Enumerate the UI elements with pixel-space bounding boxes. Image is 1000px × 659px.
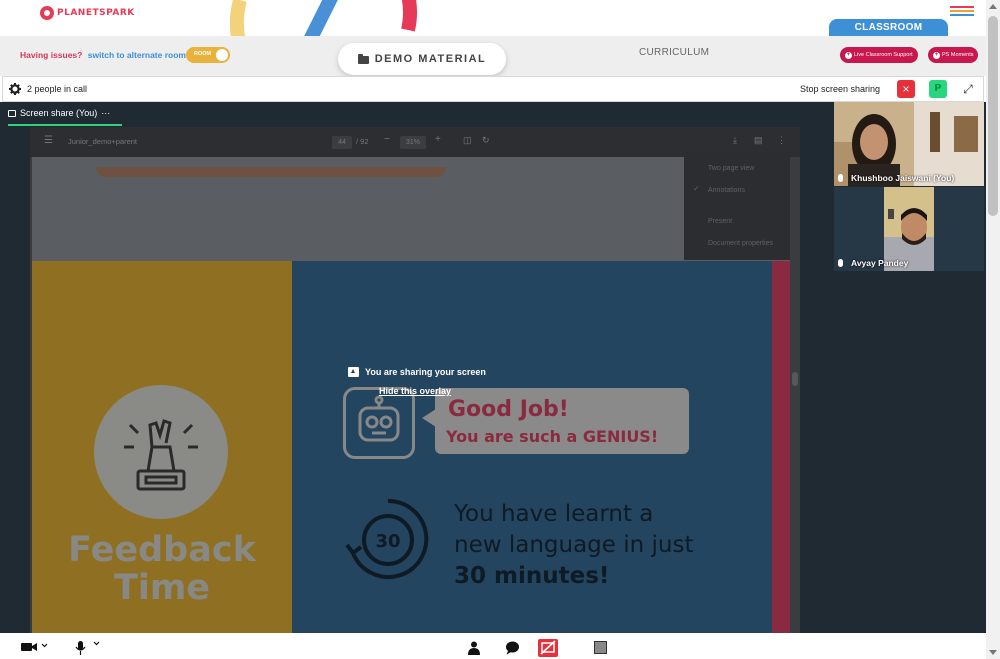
learnt-line2: new language in just — [454, 532, 694, 558]
genius-text: You are such a GENIUS! — [446, 427, 659, 446]
pdf-filename: Junior_demo+parent — [68, 137, 138, 146]
stop-sharing-label: Stop screen sharing — [800, 84, 881, 94]
menu-annotations[interactable]: Annotations — [708, 187, 745, 194]
trophy-illustration — [94, 385, 228, 519]
participants-icon[interactable] — [467, 641, 481, 655]
ps-moments-label: PS Moments — [942, 52, 974, 58]
chat-icon[interactable] — [505, 641, 520, 655]
demo-material-label: DEMO MATERIAL — [374, 53, 487, 65]
demo-material-button[interactable]: DEMO MATERIAL — [338, 43, 506, 75]
robot-icon — [343, 387, 415, 459]
stop-screen-share-icon[interactable] — [538, 639, 558, 657]
slide-edge — [772, 261, 790, 633]
toggle-knob — [216, 49, 228, 61]
participant-name: Khushboo Jaiswani (You) — [838, 173, 954, 183]
feedback-heading: Feedback Time — [32, 531, 292, 607]
participant-tile[interactable]: Khushboo Jaiswani (You) — [834, 102, 984, 186]
good-job-text: Good Job! — [448, 397, 569, 422]
fit-page-icon[interactable]: ◫ — [463, 135, 472, 146]
participant-name-label: Avyay Pandey — [851, 258, 909, 268]
scroll-up-icon[interactable] — [989, 4, 997, 9]
pdf-scroll-thumb[interactable] — [792, 372, 798, 386]
toggle-label: ROOM — [194, 51, 212, 57]
ps-moments-button[interactable]: + PS Moments — [928, 47, 979, 63]
stop-sharing-button[interactable]: × — [897, 80, 915, 98]
pdf-menu-icon[interactable]: ☰ — [44, 135, 53, 146]
switch-room-link[interactable]: switch to alternate room — [88, 50, 186, 60]
planetspark-logo[interactable]: PLANETSPARK — [40, 6, 135, 20]
mic-icon — [838, 174, 843, 182]
timer-value: 30 — [375, 531, 400, 552]
live-support-button[interactable]: + Live Classroom Support — [840, 47, 918, 63]
issues-text: Having issues? — [20, 50, 83, 60]
robot-face — [358, 395, 400, 442]
menu-document-properties[interactable]: Document properties — [708, 240, 773, 247]
zoom-out-icon[interactable]: − — [384, 134, 390, 145]
page-scrollbar[interactable] — [986, 0, 1000, 659]
logo-text: PLANETSPARK — [57, 8, 135, 18]
mic-icon — [838, 259, 843, 267]
live-support-label: Live Classroom Support — [854, 52, 913, 58]
call-bar: 2 people in call Stop screen sharing × P… — [2, 76, 984, 102]
pdf-zoom-value[interactable]: 31% — [400, 136, 426, 149]
more-options-icon[interactable]: ··· — [101, 108, 110, 118]
sharing-overlay-title: You are sharing your screen — [365, 367, 486, 377]
page-scroll-thumb[interactable] — [988, 16, 998, 216]
folder-icon — [357, 54, 369, 64]
menu-icon[interactable] — [950, 6, 974, 18]
page-image — [96, 167, 446, 177]
expand-icon[interactable]: ⤢ — [959, 80, 977, 98]
check-icon: ✓ — [693, 184, 700, 193]
timer-icon: 30 — [345, 498, 429, 579]
participant-name-label: Khushboo Jaiswani (You) — [851, 173, 955, 183]
bottom-controls — [0, 633, 986, 659]
plus-icon: + — [845, 51, 852, 59]
monitor-icon — [8, 109, 16, 117]
sharing-overlay: You are sharing your screen — [348, 367, 486, 377]
trophy-icon — [124, 419, 198, 491]
upload-icon — [348, 367, 359, 377]
microphone-icon[interactable] — [75, 641, 101, 655]
pdf-page-total: / 92 — [356, 137, 369, 146]
tab-curriculum[interactable]: CURRICULUM — [639, 47, 709, 58]
feedback-line2: Time — [113, 568, 211, 608]
tab-classroom[interactable]: CLASSROOM — [829, 19, 948, 37]
room-toggle[interactable]: ROOM — [186, 47, 230, 63]
download-icon[interactable]: ⤓ — [733, 135, 737, 146]
zoom-in-icon[interactable]: + — [435, 134, 441, 145]
learnt-line1: You have learnt a — [454, 501, 654, 527]
hide-overlay-link[interactable]: Hide this overlay — [379, 386, 451, 396]
speech-tail — [422, 409, 436, 427]
screen-share-tab[interactable]: Screen share (You) ··· — [8, 108, 110, 118]
tab-underline — [8, 124, 122, 126]
logo-icon — [40, 6, 54, 20]
rotate-icon[interactable]: ↻ — [482, 135, 490, 146]
learnt-line3: 30 minutes! — [454, 563, 610, 589]
whiteboard-icon[interactable] — [594, 641, 607, 654]
menu-present[interactable]: Present — [708, 218, 732, 225]
print-icon[interactable]: ▤ — [754, 135, 763, 146]
pdf-options-menu: Two page view ✓ Annotations Present Docu… — [684, 152, 794, 260]
pdf-page-input[interactable]: 44 — [332, 136, 352, 149]
issues-notice: Having issues? switch to alternate room — [20, 50, 186, 60]
scroll-down-icon[interactable] — [989, 650, 997, 655]
learnt-text: You have learnt a new language in just 3… — [454, 499, 694, 592]
shared-screen: ☰ Junior_demo+parent 44 / 92 − 31% + ◫ ↻… — [30, 127, 800, 633]
screen-share-label: Screen share (You) — [20, 108, 98, 118]
top-header: PLANETSPARK CLASSROOM — [0, 0, 986, 96]
participant-tile[interactable]: Avyay Pandey — [834, 187, 984, 271]
participant-name: Avyay Pandey — [838, 258, 908, 268]
pdf-scrollbar[interactable] — [790, 157, 800, 633]
feedback-line1: Feedback — [68, 530, 256, 570]
participant-badge[interactable]: P — [929, 80, 947, 98]
plus-icon: + — [933, 51, 940, 59]
camera-icon[interactable] — [21, 641, 47, 653]
people-count: 2 people in call — [27, 84, 88, 94]
room-bar: Having issues? switch to alternate room … — [0, 36, 986, 76]
gear-icon[interactable] — [9, 83, 21, 95]
pdf-more-icon[interactable]: ⋮ — [777, 135, 786, 146]
app-root: PLANETSPARK CLASSROOM Having issues? swi… — [0, 0, 1000, 659]
menu-two-page-view[interactable]: Two page view — [708, 165, 754, 172]
